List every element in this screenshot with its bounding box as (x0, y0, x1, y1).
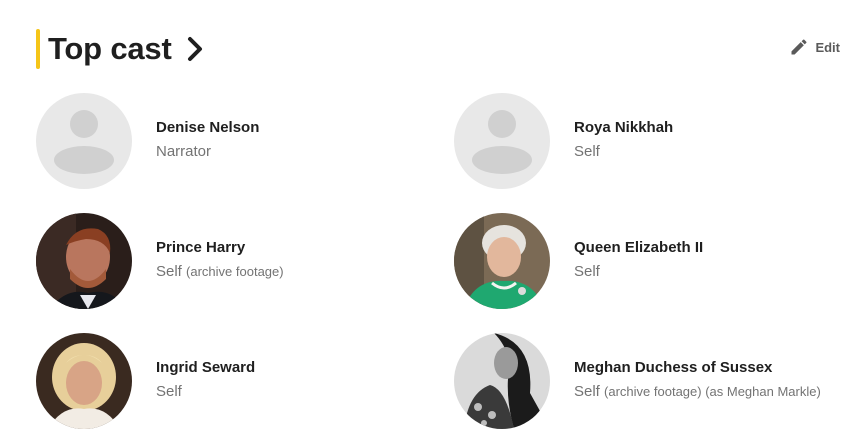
cast-role: Narrator (156, 141, 422, 163)
cast-item: Meghan Duchess of Sussex Self (archive f… (454, 333, 844, 429)
cast-role-text: Self (156, 383, 182, 400)
cast-item: Denise Nelson Narrator (36, 93, 426, 189)
cast-text: Queen Elizabeth II Self (574, 237, 840, 283)
avatar-photo[interactable] (454, 333, 550, 429)
cast-item: Roya Nikkhah Self (454, 93, 844, 189)
cast-text: Prince Harry Self (archive footage) (156, 237, 422, 283)
cast-item: Ingrid Seward Self (36, 333, 426, 429)
cast-text: Roya Nikkhah Self (574, 117, 840, 163)
cast-role-text: Self (156, 263, 182, 280)
edit-label: Edit (815, 39, 840, 55)
cast-role-note: (archive footage) (as Meghan Markle) (604, 384, 821, 399)
cast-role: Self (574, 261, 840, 283)
cast-text: Meghan Duchess of Sussex Self (archive f… (574, 357, 840, 403)
avatar-photo[interactable] (454, 213, 550, 309)
cast-role: Self (archive footage) (156, 261, 422, 283)
cast-role-text: Self (574, 143, 600, 160)
person-placeholder-icon[interactable] (36, 93, 132, 189)
cast-role-text: Self (574, 263, 600, 280)
cast-role-note: (archive footage) (186, 264, 284, 279)
cast-section-header: Top cast Edit (36, 29, 844, 69)
cast-item: Queen Elizabeth II Self (454, 213, 844, 309)
cast-name-link[interactable]: Denise Nelson (156, 117, 422, 139)
cast-name-link[interactable]: Roya Nikkhah (574, 117, 840, 139)
cast-name-link[interactable]: Prince Harry (156, 237, 422, 259)
avatar-photo[interactable] (36, 213, 132, 309)
avatar-photo[interactable] (36, 333, 132, 429)
cast-text: Denise Nelson Narrator (156, 117, 422, 163)
cast-role-text: Self (574, 383, 600, 400)
cast-name-link[interactable]: Meghan Duchess of Sussex (574, 357, 840, 379)
cast-name-link[interactable]: Queen Elizabeth II (574, 237, 840, 259)
section-title: Top cast (48, 31, 172, 66)
cast-role: Self (archive footage) (as Meghan Markle… (574, 381, 840, 403)
cast-role: Self (574, 141, 840, 163)
pencil-icon (789, 37, 809, 57)
cast-name-link[interactable]: Ingrid Seward (156, 357, 422, 379)
chevron-right-icon (186, 36, 204, 62)
cast-role-text: Narrator (156, 143, 212, 160)
edit-button[interactable]: Edit (789, 37, 840, 57)
cast-item: Prince Harry Self (archive footage) (36, 213, 426, 309)
top-cast-title-link[interactable]: Top cast (48, 29, 204, 69)
section-accent-bar (36, 29, 40, 69)
person-placeholder-icon[interactable] (454, 93, 550, 189)
cast-text: Ingrid Seward Self (156, 357, 422, 403)
cast-role: Self (156, 381, 422, 403)
